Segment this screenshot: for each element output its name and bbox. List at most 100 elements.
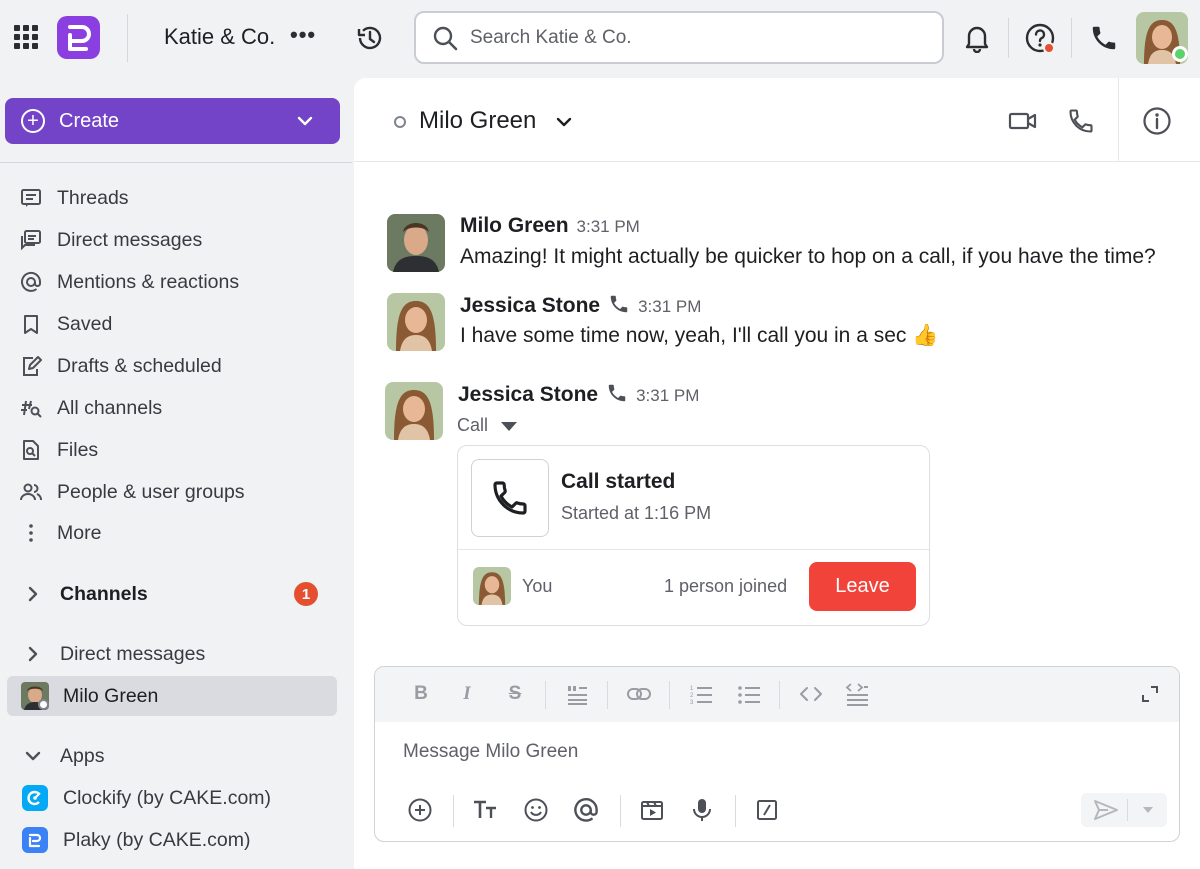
bullet-list-icon[interactable] (735, 680, 763, 708)
avatar[interactable] (387, 214, 445, 272)
sidebar-item-all-channels[interactable]: All channels (18, 390, 338, 426)
sidebar-item-files[interactable]: Files (18, 432, 338, 468)
sidebar: + Create Threads Direct messages Mention… (0, 78, 352, 869)
sidebar-item-plaky[interactable]: Plaky (by CAKE.com) (22, 822, 250, 858)
call-title: Call started (561, 470, 676, 493)
sidebar-item-more[interactable]: More (18, 515, 338, 551)
avatar (473, 567, 511, 605)
create-label: Create (59, 109, 120, 132)
leave-call-button[interactable]: Leave (809, 562, 916, 611)
emoji-icon[interactable] (521, 795, 551, 825)
message-text: I have some time now, yeah, I'll call yo… (460, 324, 939, 347)
at-icon (18, 269, 44, 295)
channels-label: Channels (60, 582, 148, 605)
chat-header: Milo Green (354, 78, 1200, 162)
direct-messages-section-label: Direct messages (60, 642, 206, 665)
call-section-toggle[interactable]: Call (457, 415, 520, 436)
plus-circle-icon: + (21, 109, 45, 133)
sidebar-item-direct-messages[interactable]: Direct messages (18, 222, 338, 258)
caret-down-icon (501, 421, 518, 431)
message-author[interactable]: Jessica Stone 3:31 PM (458, 382, 699, 407)
info-icon[interactable] (1140, 104, 1174, 138)
message-input[interactable] (403, 741, 1103, 763)
divider (545, 681, 546, 709)
phone-icon (608, 384, 626, 402)
pumble-logo[interactable] (57, 16, 100, 59)
chat-panel: Milo Green Milo Green 3:31 PM Amazing! It… (354, 78, 1200, 869)
call-card: Call started Started at 1:16 PM You 1 pe… (457, 445, 930, 626)
history-icon[interactable] (354, 22, 386, 54)
workspace-more-icon[interactable]: ••• (290, 22, 316, 48)
apps-section-toggle[interactable]: Apps (22, 738, 332, 774)
add-attachment-icon[interactable] (405, 795, 435, 825)
strikethrough-icon[interactable]: S (501, 680, 529, 708)
chevron-down-icon[interactable] (554, 114, 574, 130)
link-icon[interactable] (625, 680, 653, 708)
send-options-caret-icon[interactable] (1135, 797, 1161, 823)
divider (620, 795, 621, 827)
divider (453, 795, 454, 827)
search-box[interactable] (414, 11, 944, 64)
text-format-icon[interactable] (470, 795, 500, 825)
sidebar-item-saved[interactable]: Saved (18, 306, 338, 342)
divider (1127, 799, 1128, 821)
sidebar-item-label: Direct messages (57, 228, 203, 251)
avatar[interactable] (387, 293, 445, 351)
message-text: Amazing! It might actually be quicker to… (460, 245, 1156, 268)
expand-icon[interactable] (1136, 680, 1164, 708)
channels-section-toggle[interactable]: Channels 1 (22, 576, 332, 612)
quote-icon[interactable] (563, 680, 591, 708)
call-joined-count: 1 person joined (664, 576, 788, 596)
direct-messages-section-toggle[interactable]: Direct messages (22, 636, 332, 672)
chevron-down-icon (22, 749, 44, 763)
phone-icon[interactable] (1064, 104, 1098, 138)
app-switcher-grid-icon[interactable] (14, 25, 38, 49)
message-author[interactable]: Milo Green 3:31 PM (460, 214, 640, 238)
italic-icon[interactable]: I (453, 680, 481, 708)
avatar[interactable] (385, 382, 443, 440)
people-icon (18, 479, 44, 505)
divider (607, 681, 608, 709)
sidebar-item-milo-green[interactable]: Milo Green (7, 676, 337, 716)
sidebar-item-label: Mentions & reactions (57, 270, 240, 293)
sidebar-item-label: Milo Green (63, 684, 159, 707)
divider (458, 549, 929, 550)
send-icon[interactable] (1091, 797, 1121, 823)
sidebar-item-label: Drafts & scheduled (57, 354, 222, 377)
bold-icon[interactable]: B (407, 680, 435, 708)
code-icon[interactable] (797, 680, 825, 708)
microphone-icon[interactable] (687, 795, 717, 825)
code-block-icon[interactable] (843, 680, 871, 708)
offline-status-icon (38, 699, 49, 710)
apps-label: Apps (60, 744, 105, 767)
draft-icon (18, 353, 44, 379)
author-name: Jessica Stone (458, 383, 599, 406)
bell-icon[interactable] (960, 20, 994, 56)
svg-text:1: 1 (690, 686, 694, 692)
video-call-icon[interactable] (1006, 104, 1040, 138)
video-clip-icon[interactable] (637, 795, 667, 825)
sidebar-item-label: Threads (57, 186, 129, 209)
sidebar-item-clockify[interactable]: Clockify (by CAKE.com) (22, 780, 271, 816)
workspace-name[interactable]: Katie & Co. (164, 24, 275, 50)
phone-icon[interactable] (1087, 20, 1121, 56)
divider (0, 162, 352, 163)
chat-title[interactable]: Milo Green (419, 107, 536, 135)
create-button[interactable]: + Create (5, 98, 340, 144)
sidebar-item-people[interactable]: People & user groups (18, 474, 338, 510)
search-input[interactable] (470, 26, 890, 49)
chevron-down-icon[interactable] (294, 110, 316, 132)
call-subtitle: Started at 1:16 PM (561, 503, 712, 523)
call-participant-label: You (522, 576, 553, 596)
mention-icon[interactable] (571, 795, 601, 825)
numbered-list-icon[interactable]: 123 (687, 680, 715, 708)
divider (669, 681, 670, 709)
message-author[interactable]: Jessica Stone 3:31 PM (460, 293, 701, 318)
sidebar-item-drafts[interactable]: Drafts & scheduled (18, 348, 338, 384)
slash-command-icon[interactable] (752, 795, 782, 825)
message-time: 3:31 PM (576, 217, 640, 236)
send-button-group (1081, 793, 1167, 827)
sidebar-item-threads[interactable]: Threads (18, 180, 338, 216)
vertical-dots-icon (18, 520, 44, 546)
sidebar-item-mentions[interactable]: Mentions & reactions (18, 264, 338, 300)
